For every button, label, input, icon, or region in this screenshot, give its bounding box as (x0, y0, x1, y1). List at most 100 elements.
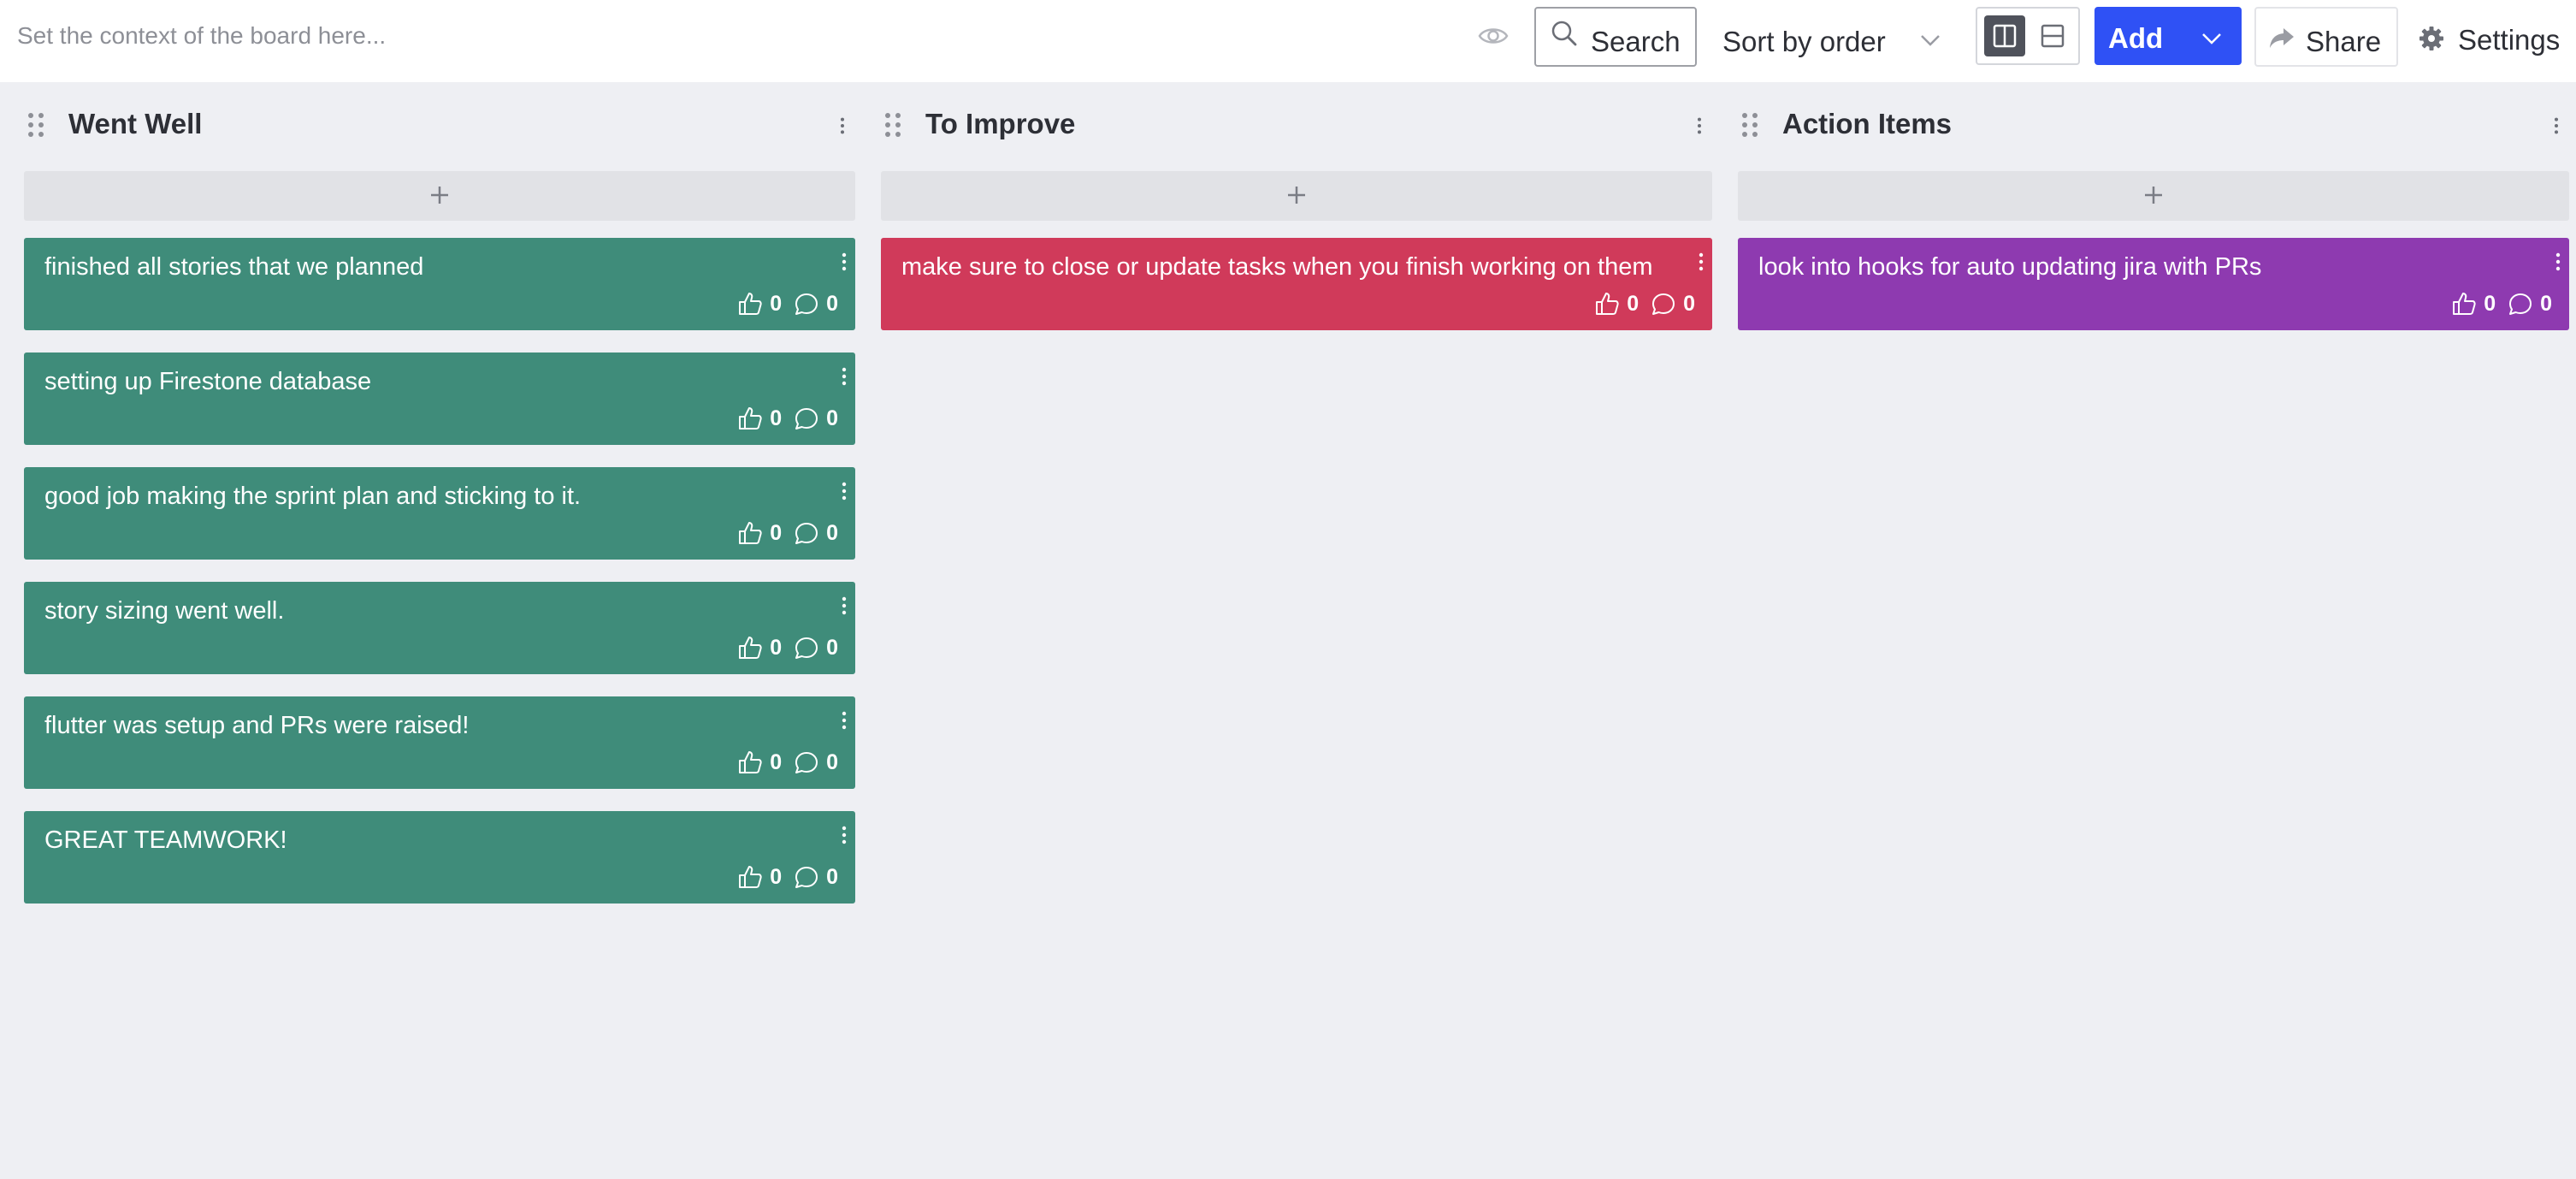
column-action-items: Action Items look into hooks for auto up… (1738, 82, 2569, 1179)
more-options-icon[interactable] (2554, 252, 2562, 272)
card-reactions: 00 (737, 862, 838, 892)
comment-icon[interactable] (794, 864, 819, 890)
comment-icon[interactable] (2508, 291, 2533, 317)
comment-count: 0 (826, 291, 838, 316)
more-options-icon[interactable] (840, 825, 848, 845)
card-text[interactable]: finished all stories that we planned (44, 253, 423, 281)
chevron-down-icon[interactable] (2201, 31, 2223, 46)
add-card-button[interactable] (1738, 171, 2569, 221)
sort-label: Sort by order (1722, 26, 1886, 57)
share-label: Share (2306, 26, 2382, 57)
add-card-button[interactable] (24, 171, 855, 221)
more-options-icon[interactable] (1693, 116, 1705, 135)
board-context-input[interactable] (0, 10, 1283, 62)
search-button[interactable]: Search (1534, 7, 1697, 67)
retro-card[interactable]: GREAT TEAMWORK! 0 0 (24, 811, 855, 904)
more-options-icon[interactable] (840, 481, 848, 501)
comment-count: 0 (826, 749, 838, 774)
more-options-icon[interactable] (840, 595, 848, 616)
drag-handle-icon[interactable] (883, 111, 903, 139)
card-list: make sure to close or update tasks when … (881, 238, 1712, 353)
card-list: finished all stories that we planned 0 0 se… (24, 238, 855, 926)
retro-card[interactable]: setting up Firestone database 0 0 (24, 353, 855, 445)
thumbs-up-icon[interactable] (737, 749, 763, 775)
rows-view-icon[interactable] (2032, 15, 2073, 56)
card-reactions: 00 (737, 748, 838, 777)
like-count: 0 (770, 406, 783, 430)
search-icon (1550, 19, 1579, 48)
settings-button[interactable]: Settings (2417, 7, 2571, 67)
add-button[interactable]: Add (2094, 7, 2242, 65)
like-count: 0 (770, 291, 783, 316)
card-text[interactable]: setting up Firestone database (44, 368, 371, 396)
card-reactions: 00 (1594, 289, 1695, 318)
comment-count: 0 (826, 406, 838, 430)
comment-icon[interactable] (794, 520, 819, 546)
card-text[interactable]: good job making the sprint plan and stic… (44, 483, 581, 511)
card-text[interactable]: story sizing went well. (44, 597, 284, 625)
share-button[interactable]: Share (2254, 7, 2398, 67)
columns-view-icon[interactable] (1984, 15, 2025, 56)
card-text[interactable]: GREAT TEAMWORK! (44, 826, 287, 855)
column-to-improve: To Improve make sure to close or update … (881, 82, 1712, 1179)
column-title: To Improve (925, 108, 1076, 139)
like-count: 0 (2484, 291, 2496, 316)
sort-dropdown[interactable]: Sort by order (1722, 7, 1953, 67)
like-count: 0 (770, 749, 783, 774)
comment-icon[interactable] (794, 749, 819, 775)
column-went-well: Went Well finished all stories that we p… (24, 82, 855, 1179)
more-options-icon[interactable] (1697, 252, 1705, 272)
comment-icon[interactable] (794, 635, 819, 661)
card-reactions: 00 (2451, 289, 2552, 318)
retro-card[interactable]: flutter was setup and PRs were raised! 0 0 (24, 696, 855, 789)
card-reactions: 00 (737, 289, 838, 318)
thumbs-up-icon[interactable] (737, 864, 763, 890)
retro-card[interactable]: finished all stories that we planned 0 0 (24, 238, 855, 330)
more-options-icon[interactable] (2550, 116, 2562, 135)
comment-icon[interactable] (794, 291, 819, 317)
card-list: look into hooks for auto updating jira w… (1738, 238, 2569, 353)
column-title: Action Items (1782, 108, 1953, 139)
comment-count: 0 (2540, 291, 2552, 316)
like-count: 0 (770, 520, 783, 545)
card-reactions: 00 (737, 404, 838, 433)
comment-icon[interactable] (1651, 291, 1676, 317)
thumbs-up-icon[interactable] (737, 406, 763, 431)
comment-count: 0 (826, 635, 838, 660)
like-count: 0 (1627, 291, 1640, 316)
chevron-down-icon (1919, 33, 1941, 48)
card-text[interactable]: make sure to close or update tasks when … (901, 253, 1653, 281)
thumbs-up-icon[interactable] (1594, 291, 1620, 317)
retro-card[interactable]: good job making the sprint plan and stic… (24, 467, 855, 560)
comment-icon[interactable] (794, 406, 819, 431)
plus-icon (2143, 185, 2164, 205)
add-card-button[interactable] (881, 171, 1712, 221)
column-title: Went Well (68, 108, 203, 139)
more-options-icon[interactable] (840, 252, 848, 272)
thumbs-up-icon[interactable] (737, 635, 763, 661)
add-label: Add (2108, 22, 2164, 54)
drag-handle-icon[interactable] (26, 111, 46, 139)
settings-label: Settings (2458, 24, 2561, 56)
eye-icon[interactable] (1476, 19, 1510, 53)
like-count: 0 (770, 864, 783, 889)
retro-card[interactable]: make sure to close or update tasks when … (881, 238, 1712, 330)
retro-card[interactable]: story sizing went well. 0 0 (24, 582, 855, 674)
more-options-icon[interactable] (836, 116, 848, 135)
thumbs-up-icon[interactable] (2451, 291, 2477, 317)
card-text[interactable]: look into hooks for auto updating jira w… (1758, 253, 2261, 281)
card-text[interactable]: flutter was setup and PRs were raised! (44, 712, 469, 740)
card-reactions: 00 (737, 518, 838, 548)
column-header: Action Items (1738, 82, 2569, 168)
more-options-icon[interactable] (840, 366, 848, 387)
more-options-icon[interactable] (840, 710, 848, 731)
search-label: Search (1591, 26, 1681, 57)
view-toggle (1976, 7, 2080, 65)
gear-icon (2419, 26, 2444, 51)
thumbs-up-icon[interactable] (737, 291, 763, 317)
column-header: Went Well (24, 82, 855, 168)
retro-card[interactable]: look into hooks for auto updating jira w… (1738, 238, 2569, 330)
drag-handle-icon[interactable] (1740, 111, 1760, 139)
thumbs-up-icon[interactable] (737, 520, 763, 546)
comment-count: 0 (826, 864, 838, 889)
